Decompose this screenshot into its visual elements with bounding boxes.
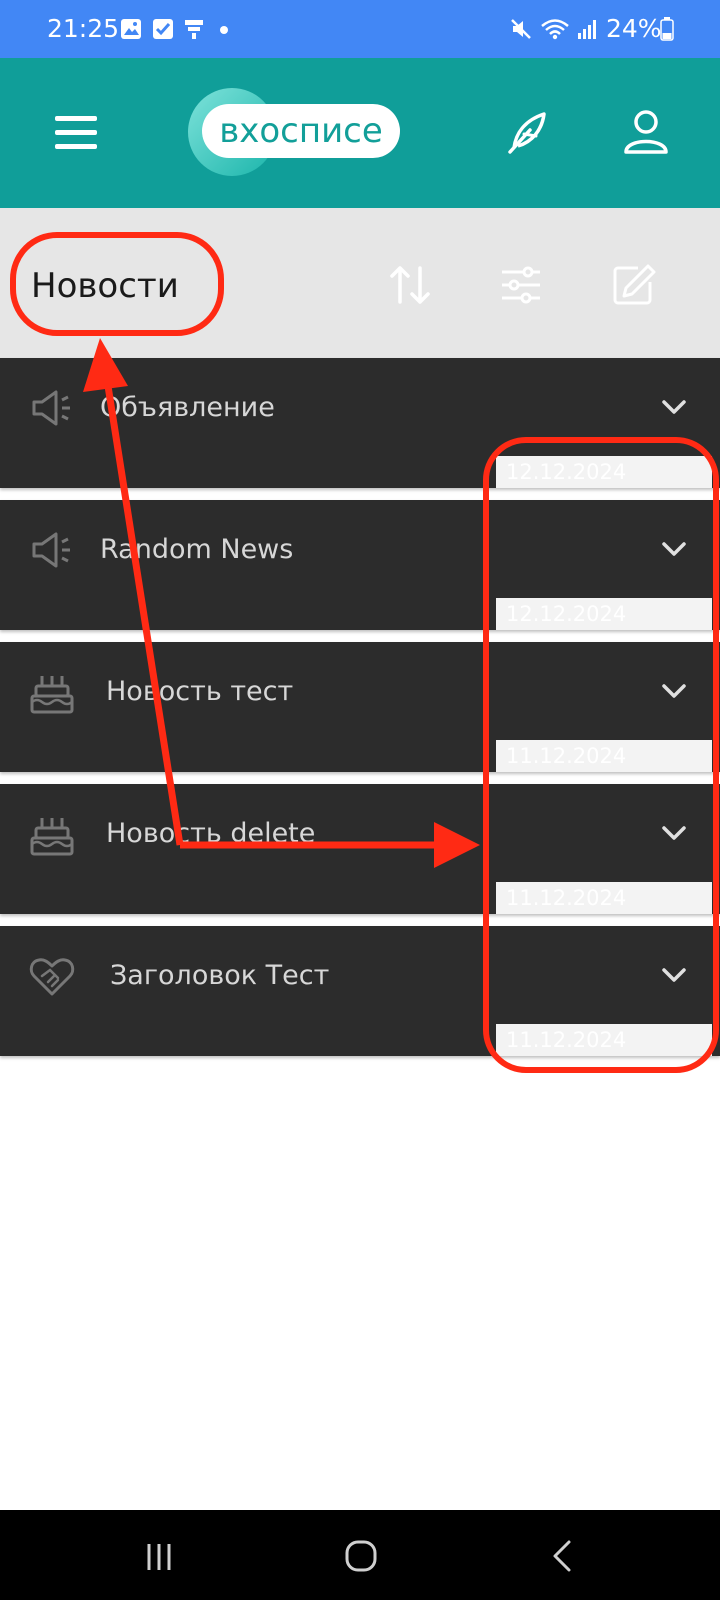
sim-icon: [185, 20, 203, 39]
image-icon: [121, 19, 141, 39]
news-date-strip: 11.12.2024: [496, 882, 712, 914]
news-date: 12.12.2024: [506, 460, 627, 484]
dot-icon: [220, 26, 228, 34]
news-title: Новость тест: [106, 676, 294, 707]
cake-icon: [30, 818, 74, 856]
news-date-strip: 11.12.2024: [496, 740, 712, 772]
news-date: 11.12.2024: [506, 1028, 627, 1052]
handshake-heart-icon: [29, 958, 75, 996]
news-date: 12.12.2024: [506, 602, 627, 626]
check-icon: [153, 19, 173, 39]
app-logo[interactable]: вхосписе: [188, 88, 418, 176]
menu-icon[interactable]: [46, 108, 106, 158]
filter-icon[interactable]: [496, 260, 546, 310]
news-date-strip: 12.12.2024: [496, 598, 712, 630]
sort-icon[interactable]: [386, 260, 436, 310]
megaphone-icon: [32, 390, 70, 426]
news-date: 11.12.2024: [506, 886, 627, 910]
news-title: Объявление: [100, 392, 275, 423]
edit-icon[interactable]: [608, 260, 658, 310]
feather-icon[interactable]: [500, 104, 556, 160]
home-icon[interactable]: [336, 1534, 386, 1578]
news-title: Заголовок Тест: [110, 960, 330, 991]
news-title: Новость delete: [106, 818, 316, 849]
mute-icon: [511, 19, 531, 39]
wifi-icon: [541, 19, 569, 40]
news-date: 11.12.2024: [506, 744, 627, 768]
news-item[interactable]: Объявление 12.12.2024: [0, 358, 720, 488]
megaphone-icon: [32, 532, 70, 568]
battery-icon: [660, 17, 674, 41]
chevron-down-icon[interactable]: [660, 396, 688, 420]
chevron-down-icon[interactable]: [660, 680, 688, 704]
back-icon[interactable]: [538, 1534, 588, 1578]
chevron-down-icon[interactable]: [660, 822, 688, 846]
news-date-strip: 12.12.2024: [496, 456, 712, 488]
status-time: 21:25: [47, 14, 120, 43]
chevron-down-icon[interactable]: [660, 538, 688, 562]
page-title: Новости: [31, 266, 179, 306]
news-date-strip: 11.12.2024: [496, 1024, 712, 1056]
logo-text: вхосписе: [202, 104, 400, 158]
news-item[interactable]: Новость delete 11.12.2024: [0, 784, 720, 914]
news-item[interactable]: Заголовок Тест 11.12.2024: [0, 926, 720, 1056]
cake-icon: [30, 676, 74, 714]
battery-percent: 24%: [606, 14, 662, 43]
system-nav-bar: [0, 1510, 720, 1600]
status-bar: 21:25 24%: [0, 0, 720, 58]
news-title: Random News: [100, 534, 294, 565]
chevron-down-icon[interactable]: [660, 964, 688, 988]
news-item[interactable]: Новость тест 11.12.2024: [0, 642, 720, 772]
recents-icon[interactable]: [134, 1534, 184, 1578]
news-item[interactable]: Random News 12.12.2024: [0, 500, 720, 630]
signal-icon: [578, 20, 596, 39]
section-header: Новости: [0, 208, 720, 358]
app-bar: вхосписе: [0, 58, 720, 208]
profile-icon[interactable]: [618, 104, 674, 160]
